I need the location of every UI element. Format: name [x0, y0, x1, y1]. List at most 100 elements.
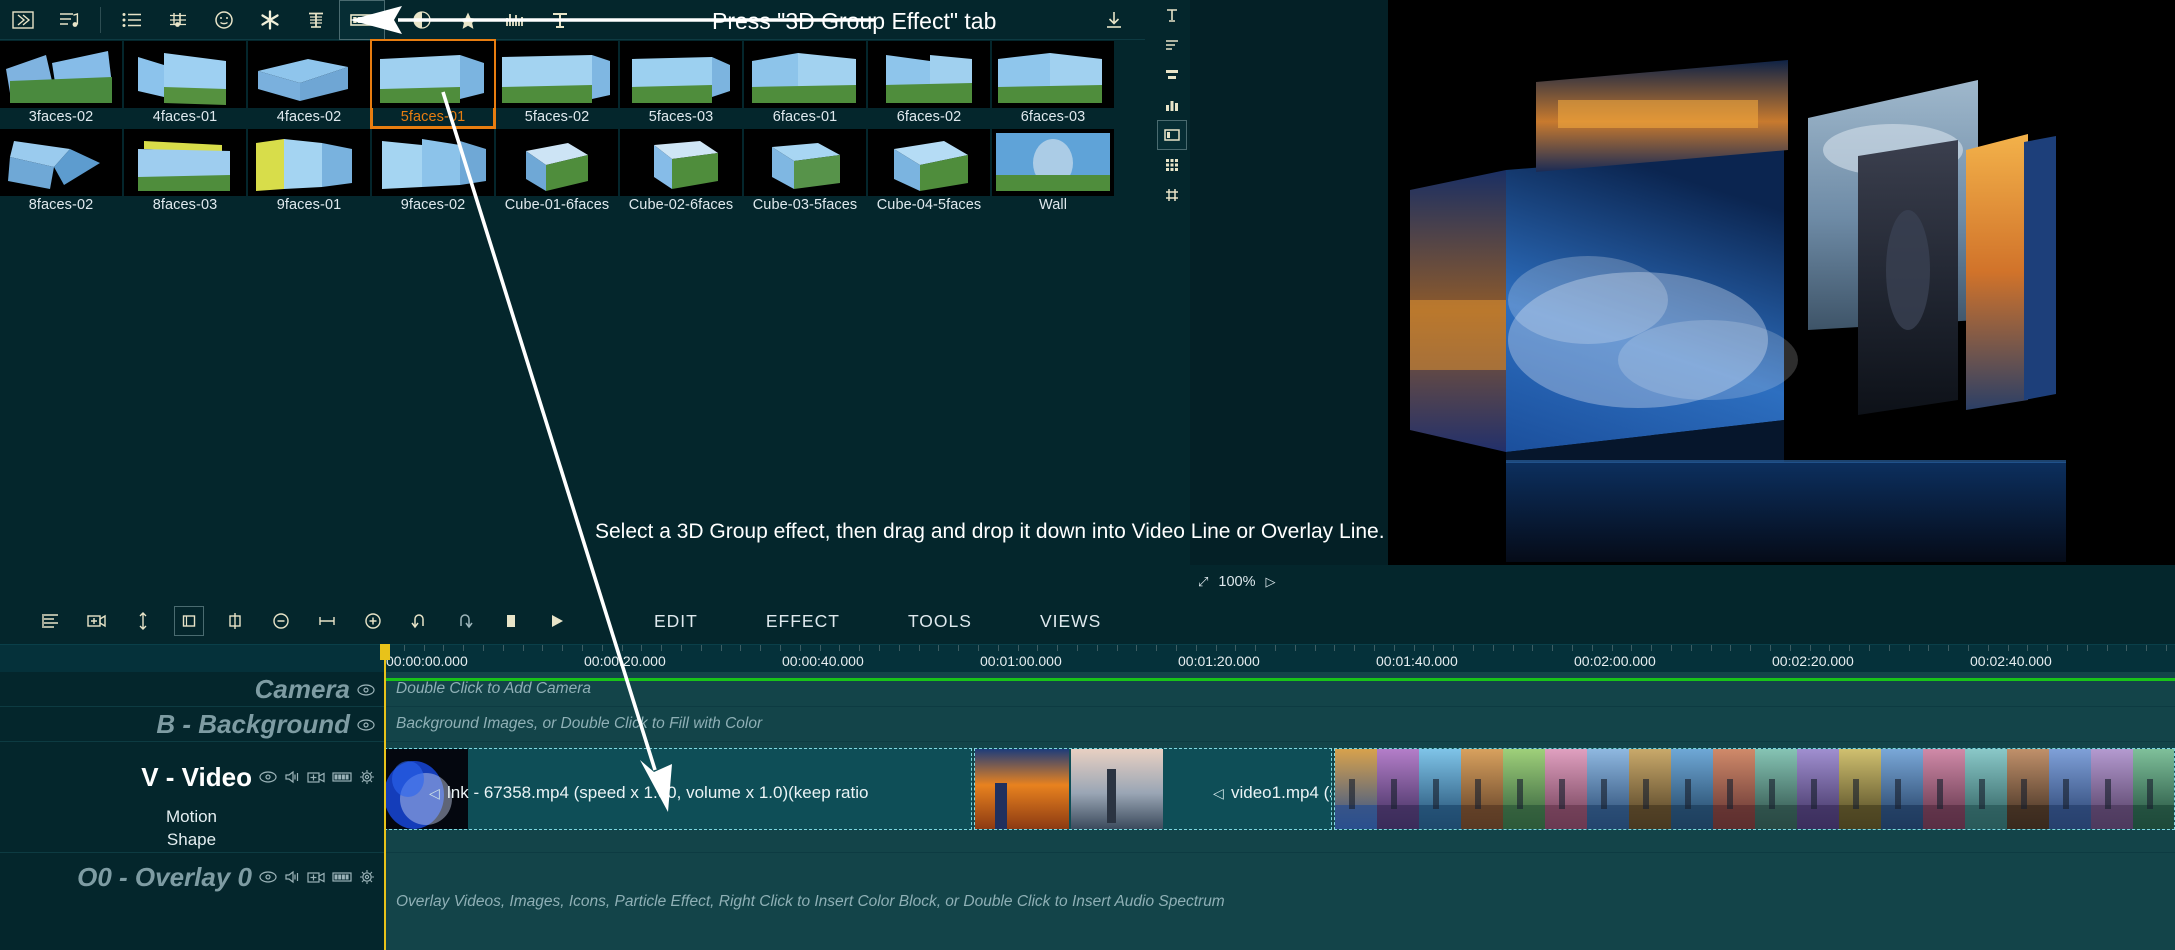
effect-thumbnail[interactable]: 8faces-02	[0, 129, 122, 215]
audio-list-icon[interactable]	[46, 1, 92, 39]
effect-thumbnail[interactable]: 6faces-02	[868, 41, 990, 127]
ruler-tick	[562, 645, 563, 651]
eye-icon[interactable]	[259, 771, 277, 783]
zoom-out-icon[interactable]	[258, 604, 304, 638]
annotation-press-3d-group-tab: Press "3D Group Effect" tab	[712, 8, 997, 34]
playhead-handle[interactable]	[380, 644, 390, 660]
filmstrip-icon[interactable]	[332, 771, 352, 783]
camera-track-header[interactable]: Camera	[0, 672, 383, 707]
effect-thumbnail[interactable]: Cube-04-5faces	[868, 129, 990, 215]
ruler-tick	[1849, 645, 1850, 651]
align-tool-icon[interactable]	[1157, 60, 1187, 90]
add-video-track-icon[interactable]	[74, 604, 120, 638]
track-list-icon[interactable]	[28, 604, 74, 638]
star-icon[interactable]	[445, 1, 491, 39]
smiley-icon[interactable]	[201, 1, 247, 39]
spectrum-icon[interactable]	[491, 1, 537, 39]
background-track-body[interactable]: Background Images, or Double Click to Fi…	[384, 707, 2175, 741]
chart-tool-icon[interactable]	[1157, 90, 1187, 120]
filmstrip-icon[interactable]	[332, 871, 352, 883]
clip-video1[interactable]: ◁ video1.mp4 (sp	[974, 748, 1332, 830]
eye-icon[interactable]	[259, 871, 277, 883]
title-text-icon[interactable]	[537, 1, 583, 39]
fit-timeline-icon[interactable]	[304, 604, 350, 638]
gear-icon[interactable]	[359, 869, 375, 885]
clip-photo-sequence[interactable]	[1334, 748, 2175, 830]
effect-thumbnail[interactable]: Wall	[992, 129, 1114, 215]
list-icon[interactable]	[109, 1, 155, 39]
ruler-tick	[1532, 645, 1533, 651]
fit-screen-icon[interactable]: ⤢	[1198, 574, 1208, 590]
ruler-tick	[1334, 645, 1335, 651]
mute-icon[interactable]	[284, 870, 300, 884]
playhead[interactable]	[384, 644, 386, 950]
frame-tool-icon[interactable]	[1157, 120, 1187, 150]
overlay0-track-header[interactable]: O0 - Overlay 0	[0, 857, 383, 897]
effect-thumbnail[interactable]: 9faces-02	[372, 129, 494, 215]
ruler-tick	[1196, 645, 1197, 651]
effect-thumbnail[interactable]: Cube-02-6faces	[620, 129, 742, 215]
ruler-tick	[839, 645, 840, 651]
effect-thumbnail[interactable]: 5faces-01	[370, 39, 496, 129]
preview-statusbar: ⤢ 100% ▷	[1190, 565, 2175, 598]
ruler-tick	[2126, 645, 2127, 651]
effect-thumbnail[interactable]: 4faces-02	[248, 41, 370, 127]
track-height-icon[interactable]	[120, 604, 166, 638]
timeline-ruler[interactable]: 00:00:00.000 00:00:20.000 00:00:40.000 00:0…	[0, 644, 2175, 672]
overlay0-track-body[interactable]: Overlay Videos, Images, Icons, Particle …	[384, 853, 2175, 950]
effect-thumbnail[interactable]: 5faces-03	[620, 41, 742, 127]
music-note-icon[interactable]	[155, 1, 201, 39]
background-track-header[interactable]: B - Background	[0, 707, 383, 742]
preview-canvas[interactable]	[1388, 0, 2175, 565]
add-video-icon[interactable]	[307, 771, 325, 784]
eye-icon[interactable]	[357, 718, 375, 731]
text-tool-icon[interactable]	[1157, 0, 1187, 30]
ruler-tick	[1889, 645, 1890, 651]
add-video-icon[interactable]	[307, 871, 325, 884]
ruler-tick	[1394, 645, 1395, 651]
effect-thumbnail[interactable]: 3faces-02	[0, 41, 122, 127]
frame-view-icon[interactable]	[174, 606, 204, 636]
3d-group-effect-icon[interactable]	[339, 0, 385, 40]
effect-thumbnail[interactable]: 6faces-01	[744, 41, 866, 127]
effect-thumbnail-label: Cube-02-6faces	[628, 197, 734, 213]
split-clip-icon[interactable]	[212, 604, 258, 638]
play-icon[interactable]	[534, 604, 580, 638]
download-icon[interactable]	[1091, 1, 1137, 39]
filmstrip-frame	[2007, 749, 2049, 829]
ruler-tick	[1493, 645, 1494, 651]
lens-flare-icon[interactable]	[399, 1, 445, 39]
effect-thumbnail[interactable]: Cube-03-5faces	[744, 129, 866, 215]
gear-icon[interactable]	[359, 769, 375, 785]
transition-icon[interactable]	[0, 1, 46, 39]
effect-thumbnail[interactable]: 9faces-01	[248, 129, 370, 215]
filmstrip-frame	[1419, 749, 1461, 829]
text-effect-icon[interactable]	[293, 1, 339, 39]
grid-tool-icon[interactable]	[1157, 150, 1187, 180]
stop-icon[interactable]	[488, 604, 534, 638]
ruler-tick	[1928, 645, 1929, 651]
tab-edit[interactable]: EDIT	[620, 611, 732, 632]
hash-tool-icon[interactable]	[1157, 180, 1187, 210]
play-icon[interactable]: ▷	[1266, 574, 1276, 590]
effect-thumbnail-label: 6faces-03	[1020, 109, 1086, 125]
tab-tools[interactable]: TOOLS	[874, 611, 1006, 632]
effect-thumbnail[interactable]: 5faces-02	[496, 41, 618, 127]
redo-icon[interactable]	[442, 604, 488, 638]
eye-icon[interactable]	[357, 683, 375, 696]
undo-icon[interactable]	[396, 604, 442, 638]
video-track-header[interactable]: V - Video	[0, 757, 383, 797]
effect-thumbnail[interactable]: 4faces-01	[124, 41, 246, 127]
clip-ink-67358[interactable]: ◁ lnk - 67358.mp4 (speed x 1.00, volume …	[384, 748, 972, 830]
effect-thumbnail[interactable]: Cube-01-6faces	[496, 129, 618, 215]
zoom-in-icon[interactable]	[350, 604, 396, 638]
tab-effect[interactable]: EFFECT	[732, 611, 874, 632]
effect-thumbnail[interactable]: 6faces-03	[992, 41, 1114, 127]
particle-star-icon[interactable]	[247, 1, 293, 39]
ruler-tick	[760, 645, 761, 651]
list-tool-icon[interactable]	[1157, 30, 1187, 60]
tab-views[interactable]: VIEWS	[1006, 611, 1135, 632]
effect-thumbnail[interactable]: 8faces-03	[124, 129, 246, 215]
mute-icon[interactable]	[284, 770, 300, 784]
clip-audio-icon: ◁	[429, 785, 440, 801]
